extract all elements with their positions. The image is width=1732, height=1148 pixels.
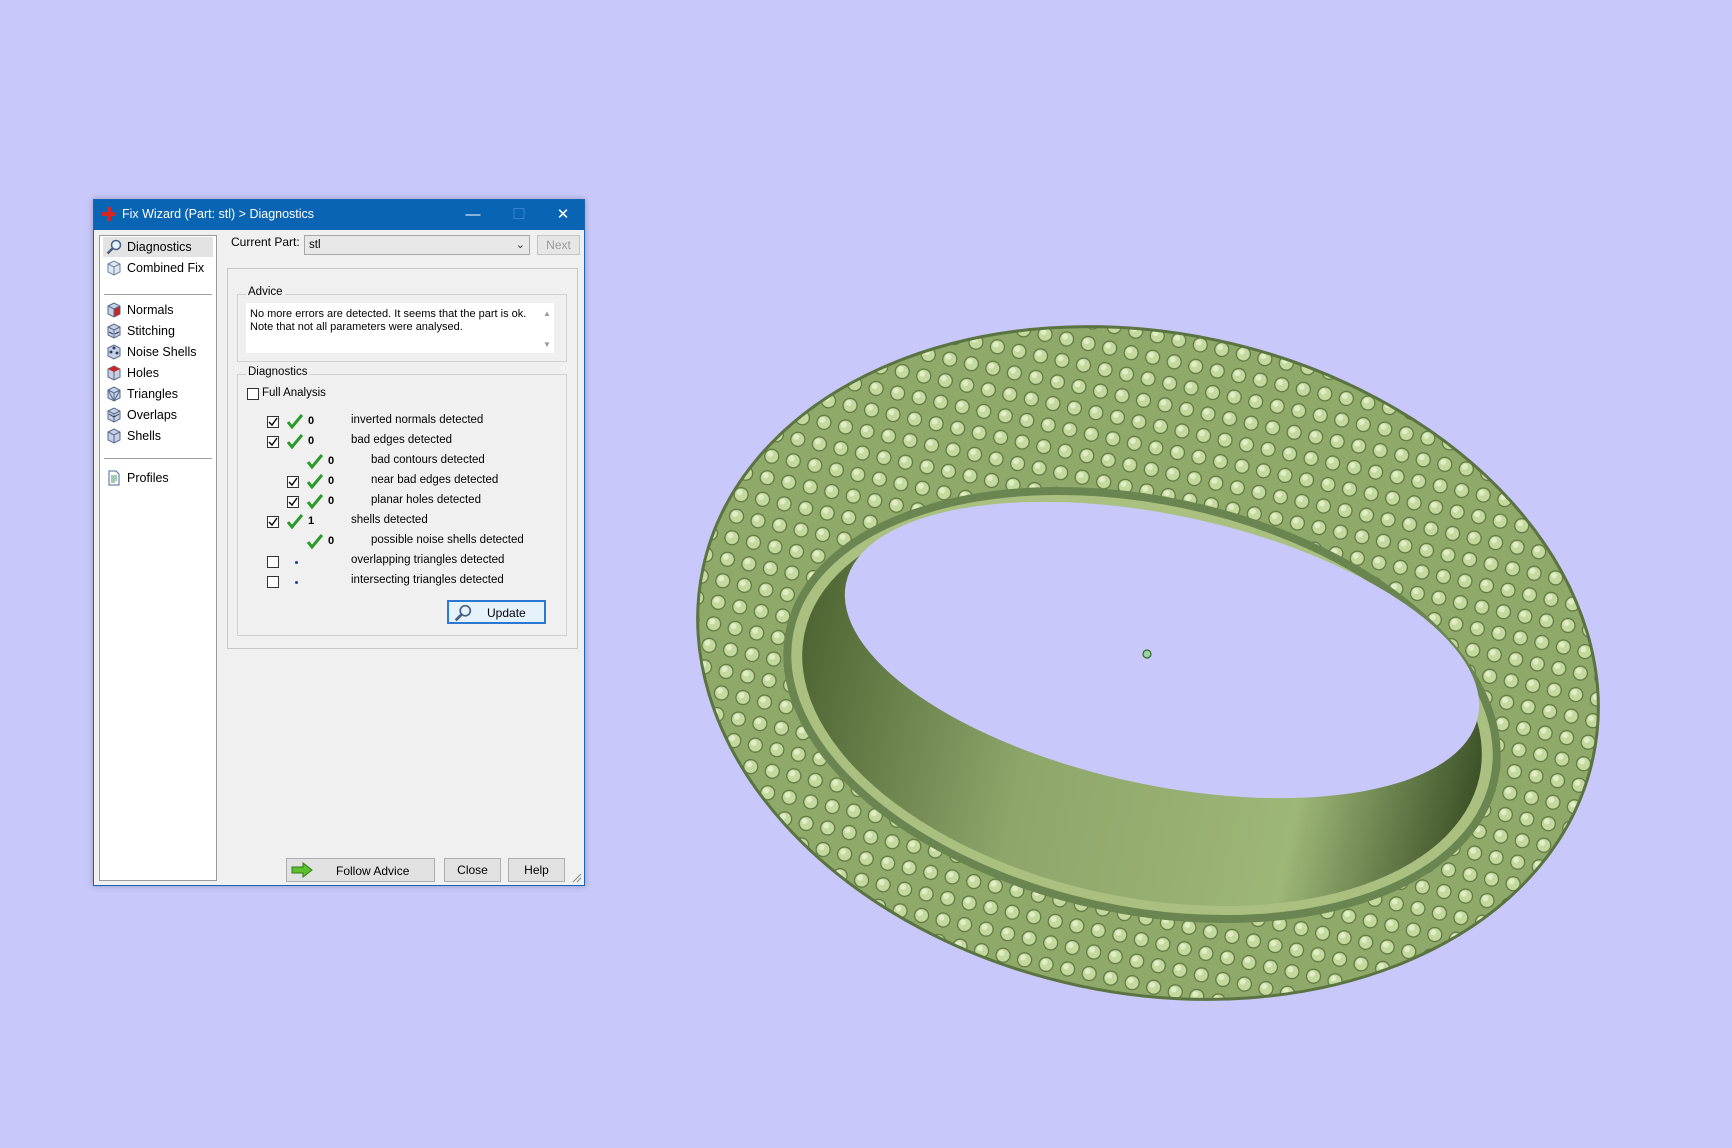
current-part-select[interactable]: stl ⌄ <box>304 235 530 255</box>
update-label: Update <box>487 606 526 620</box>
help-button[interactable]: Help <box>508 858 565 882</box>
advice-scrollbar[interactable]: ▲ ▼ <box>540 303 554 353</box>
status-check-icon <box>306 494 324 510</box>
nav-item-profiles[interactable]: Profiles <box>103 468 213 488</box>
full-analysis-label: Full Analysis <box>262 387 326 399</box>
advice-text: No more errors are detected. It seems th… <box>250 308 527 333</box>
next-button[interactable]: Next <box>537 235 580 255</box>
current-part-label: Current Part: <box>231 235 300 249</box>
diagnostic-checkbox[interactable] <box>287 476 299 488</box>
holes-cube-icon <box>107 365 121 381</box>
diagnostic-checkbox[interactable] <box>267 416 279 428</box>
profiles-document-icon <box>108 470 120 486</box>
nav-item-holes[interactable]: Holes <box>103 363 213 383</box>
nav-item-combined-fix[interactable]: Combined Fix <box>103 258 213 278</box>
nav-item-stitching[interactable]: Stitching <box>103 321 213 341</box>
nav-separator <box>104 458 212 459</box>
shells-cube-icon <box>107 428 121 444</box>
diagnostics-group: Diagnostics Full Analysis 0 inverted norm… <box>237 366 567 636</box>
advice-title: Advice <box>246 286 285 298</box>
diagnostic-checkbox[interactable] <box>287 496 299 508</box>
status-check-icon <box>286 434 304 450</box>
diagnostic-label: intersecting triangles detected <box>351 574 504 586</box>
diagnostic-label: overlapping triangles detected <box>351 554 505 566</box>
title-bar[interactable]: Fix Wizard (Part: stl) > Diagnostics — ☐… <box>94 200 584 230</box>
chevron-down-icon: ⌄ <box>515 239 525 251</box>
scroll-up-icon[interactable]: ▲ <box>540 309 554 318</box>
diagnostic-count: 0 <box>328 495 335 507</box>
arrow-right-icon <box>291 862 313 878</box>
close-window-button[interactable]: ✕ <box>540 200 586 230</box>
minimize-button[interactable]: — <box>450 200 496 230</box>
scroll-down-icon[interactable]: ▼ <box>540 340 554 349</box>
diagnostic-checkbox[interactable] <box>267 556 279 568</box>
magnifier-icon <box>106 239 122 255</box>
diagnostic-count: 0 <box>328 535 335 547</box>
diagnostic-label: possible noise shells detected <box>371 534 524 546</box>
status-check-icon <box>306 534 324 550</box>
update-button[interactable]: Update <box>447 600 546 624</box>
triangles-cube-icon <box>107 386 121 402</box>
status-check-icon <box>306 474 324 490</box>
diagnostic-count: 0 <box>328 475 335 487</box>
nav-separator <box>104 294 212 295</box>
app-icon <box>102 207 116 221</box>
magnifier-icon <box>454 604 472 622</box>
diagnostics-title: Diagnostics <box>246 366 310 378</box>
status-check-icon <box>306 454 324 470</box>
resize-grip-icon[interactable] <box>572 873 582 883</box>
current-part-value: stl <box>309 239 321 251</box>
advice-textbox[interactable]: No more errors are detected. It seems th… <box>246 303 554 353</box>
diagnostic-count: 0 <box>308 435 315 447</box>
nav-item-overlaps[interactable]: Overlaps <box>103 405 213 425</box>
close-button[interactable]: Close <box>444 858 501 882</box>
diagnostic-label: bad contours detected <box>371 454 485 466</box>
window-title: Fix Wizard (Part: stl) > Diagnostics <box>122 207 315 221</box>
stitching-cube-icon <box>107 323 121 339</box>
diagnostic-label: bad edges detected <box>351 434 453 446</box>
noise-shells-cube-icon <box>107 344 121 360</box>
diagnostic-count: 0 <box>328 455 335 467</box>
follow-advice-label: Follow Advice <box>336 864 410 878</box>
diagnostic-checkbox[interactable] <box>267 516 279 528</box>
nav-item-noise-shells[interactable]: Noise Shells <box>103 342 213 362</box>
overlaps-cube-icon <box>107 407 121 423</box>
nav-item-normals[interactable]: Normals <box>103 300 213 320</box>
diagnostic-checkbox[interactable] <box>267 436 279 448</box>
ring-model <box>696 325 1600 1001</box>
wizard-navigation: Diagnostics Combined Fix Normals Stitchi… <box>99 235 217 881</box>
diagnostic-count: 1 <box>308 515 315 527</box>
diagnostic-label: inverted normals detected <box>351 414 484 426</box>
normals-cube-icon <box>107 302 121 318</box>
maximize-button[interactable]: ☐ <box>496 200 542 230</box>
full-analysis-checkbox[interactable] <box>247 388 259 400</box>
combined-fix-cube-icon <box>107 260 121 276</box>
diagnostic-label: planar holes detected <box>371 494 481 506</box>
diagnostic-label: shells detected <box>351 514 428 526</box>
advice-group: Advice No more errors are detected. It s… <box>237 286 567 362</box>
diagnostic-count: 0 <box>308 415 315 427</box>
nav-item-diagnostics[interactable]: Diagnostics <box>103 237 213 257</box>
nav-item-shells[interactable]: Shells <box>103 426 213 446</box>
diagnostics-panel: Advice No more errors are detected. It s… <box>227 268 578 649</box>
status-check-icon <box>286 414 304 430</box>
status-check-icon <box>286 514 304 530</box>
follow-advice-button[interactable]: Follow Advice <box>286 858 435 882</box>
status-dot-icon <box>295 561 298 564</box>
rotation-center-marker[interactable] <box>1142 649 1152 659</box>
diagnostic-checkbox[interactable] <box>267 576 279 588</box>
nav-item-triangles[interactable]: Triangles <box>103 384 213 404</box>
diagnostic-label: near bad edges detected <box>371 474 499 486</box>
status-dot-icon <box>295 581 298 584</box>
fix-wizard-dialog: Fix Wizard (Part: stl) > Diagnostics — ☐… <box>93 199 585 886</box>
